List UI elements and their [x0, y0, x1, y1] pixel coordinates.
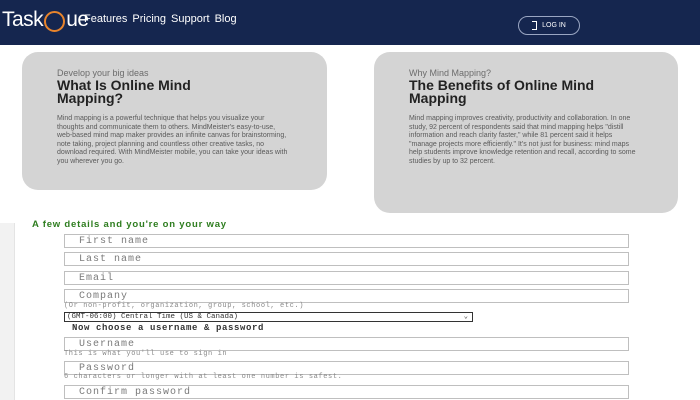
chevron-down-icon: ⌄ — [463, 313, 468, 321]
nav-support[interactable]: Support — [171, 13, 210, 25]
top-nav-bar: Task ue Features Pricing Support Blog LO… — [0, 0, 700, 45]
username-password-heading: Now choose a username & password — [72, 323, 265, 333]
info-card-online-mind-mapping: Develop your big ideas What Is Online Mi… — [22, 52, 327, 190]
card-body: Mind mapping is a powerful technique tha… — [57, 115, 288, 165]
logo-prefix: Task — [2, 8, 44, 31]
login-icon — [532, 21, 538, 30]
nav-pricing[interactable]: Pricing — [132, 13, 166, 25]
nav-features[interactable]: Features — [84, 13, 127, 25]
card-title: What Is Online Mind Mapping? — [57, 77, 191, 106]
login-label: LOG IN — [542, 22, 566, 29]
logo-q-icon — [44, 10, 66, 32]
company-hint: (Or non-profit, organization, group, sch… — [64, 302, 305, 310]
main-nav: Features Pricing Support Blog — [84, 13, 237, 25]
form-side-strip — [0, 223, 15, 400]
card-body: Mind mapping improves creativity, produc… — [409, 115, 636, 165]
first-name-input[interactable]: First name — [64, 234, 629, 248]
signup-form-heading: A few details and you're on your way — [32, 219, 227, 230]
timezone-value: (GMT-06:00) Central Time (US & Canada) — [67, 313, 239, 321]
email-input[interactable]: Email — [64, 271, 629, 285]
company-input[interactable]: Company — [64, 289, 629, 303]
last-name-input[interactable]: Last name — [64, 252, 629, 266]
confirm-password-input[interactable]: Confirm password — [64, 385, 629, 399]
taskque-logo[interactable]: Task ue — [2, 6, 89, 34]
login-button[interactable]: LOG IN — [518, 16, 580, 35]
nav-blog[interactable]: Blog — [215, 13, 237, 25]
card-title: The Benefits of Online Mind Mapping — [409, 77, 595, 106]
info-card-benefits: Why Mind Mapping? The Benefits of Online… — [374, 52, 678, 213]
username-input[interactable]: Username — [64, 337, 629, 351]
timezone-select[interactable]: (GMT-06:00) Central Time (US & Canada) ⌄ — [64, 312, 473, 322]
password-hint: 6 characters or longer with at least one… — [64, 373, 343, 381]
username-hint: This is what you'll use to sign in — [64, 350, 228, 358]
